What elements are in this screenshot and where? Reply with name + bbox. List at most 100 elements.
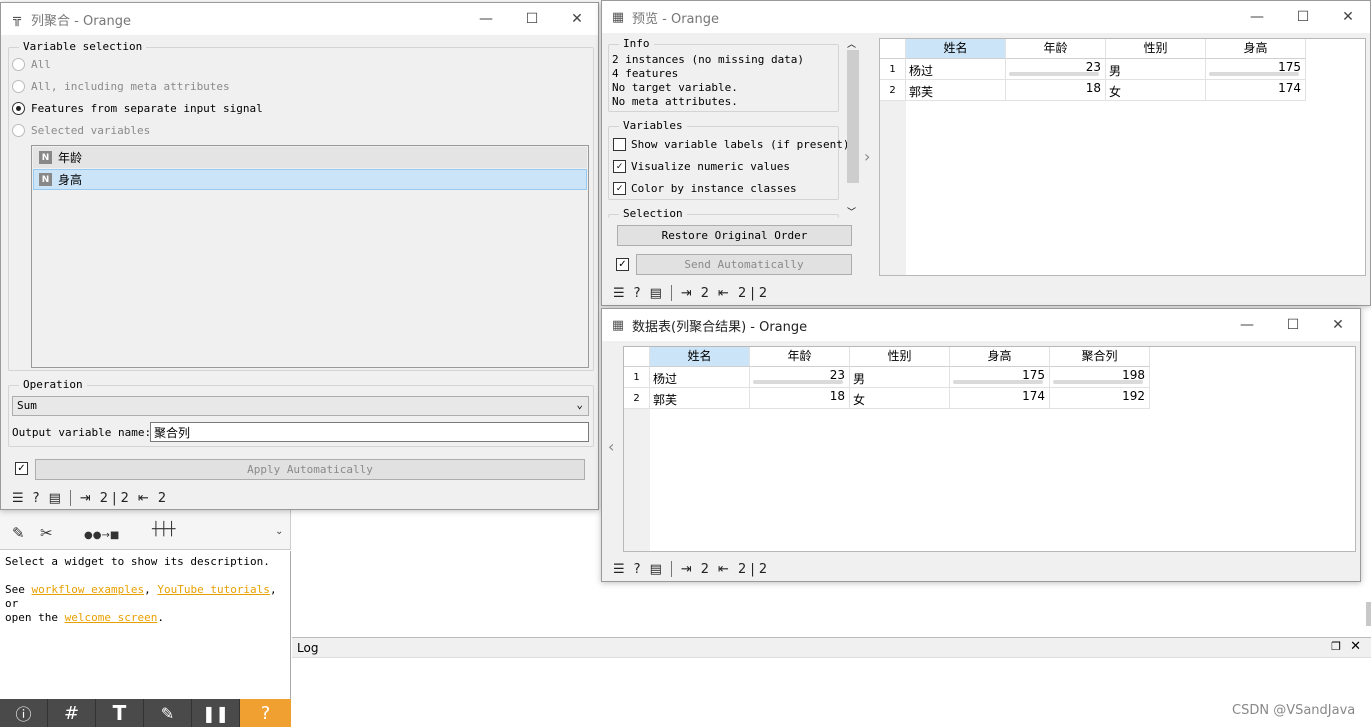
- row-index[interactable]: 2: [624, 388, 650, 409]
- table-cell[interactable]: 175: [1206, 59, 1306, 80]
- maximize-button[interactable]: ☐: [1270, 309, 1316, 341]
- text-icon[interactable]: T: [96, 699, 144, 727]
- pen-icon[interactable]: ✎: [144, 699, 192, 727]
- checkbox: ✓: [613, 160, 626, 173]
- apply-automatically-button[interactable]: Apply Automatically: [35, 459, 585, 480]
- send-automatically-button[interactable]: Send Automatically: [636, 254, 852, 275]
- row-index[interactable]: 1: [624, 367, 650, 388]
- check-visualize[interactable]: ✓ Visualize numeric values: [613, 160, 790, 173]
- column-header[interactable]: 性别: [1106, 39, 1206, 59]
- table-cell[interactable]: 杨过: [906, 59, 1006, 80]
- table-cell[interactable]: 男: [850, 367, 950, 388]
- list-item[interactable]: N 身高: [33, 169, 587, 190]
- radio-separate-signal[interactable]: Features from separate input signal: [12, 102, 263, 115]
- data-table[interactable]: 姓名 年龄 性别 身高 1 杨过 23 男 175 2 郭芙 18 女 174: [879, 38, 1366, 276]
- close-button[interactable]: ✕: [1315, 309, 1361, 341]
- radio-all-meta[interactable]: All, including meta attributes: [12, 80, 230, 93]
- float-icon[interactable]: ❐: [1331, 640, 1341, 653]
- scroll-thumb[interactable]: [847, 50, 859, 183]
- widget-icon-c[interactable]: ●●→■: [84, 530, 119, 541]
- description-dot: .: [157, 611, 164, 624]
- column-header[interactable]: 身高: [950, 347, 1050, 367]
- chevron-up-icon[interactable]: ︿: [847, 37, 856, 50]
- checkbox: ✓: [613, 182, 626, 195]
- help-icon[interactable]: ?: [33, 491, 40, 506]
- radio-all[interactable]: All: [12, 58, 51, 71]
- input-count: 2: [700, 561, 710, 577]
- table-cell[interactable]: 女: [850, 388, 950, 409]
- apply-auto-checkbox[interactable]: ✓: [15, 462, 28, 475]
- check-show-labels[interactable]: Show variable labels (if present): [613, 138, 850, 151]
- minimize-button[interactable]: —: [463, 3, 509, 35]
- workflow-examples-link[interactable]: workflow examples: [32, 583, 145, 596]
- maximize-button[interactable]: ☐: [1280, 1, 1326, 33]
- data-table[interactable]: 姓名 年龄 性别 身高 聚合列 1 杨过 23 男 175 198 2 郭芙 1…: [623, 346, 1356, 552]
- report-icon[interactable]: ▤: [650, 562, 662, 577]
- table-cell[interactable]: 郭芙: [650, 388, 750, 409]
- table-cell[interactable]: 174: [1206, 80, 1306, 101]
- column-header[interactable]: 身高: [1206, 39, 1306, 59]
- minimize-button[interactable]: —: [1234, 1, 1280, 33]
- info-icon[interactable]: ⓘ: [0, 699, 48, 727]
- minimize-button[interactable]: —: [1224, 309, 1270, 341]
- chevron-down-icon[interactable]: ﹀: [847, 205, 856, 218]
- column-header[interactable]: 聚合列: [1050, 347, 1150, 367]
- help-icon[interactable]: ?: [634, 562, 641, 577]
- table-cell[interactable]: 郭芙: [906, 80, 1006, 101]
- table-cell[interactable]: 男: [1106, 59, 1206, 80]
- close-button[interactable]: ✕: [1325, 1, 1371, 33]
- list-item[interactable]: N 年龄: [33, 147, 587, 168]
- table-cell[interactable]: 18: [1006, 80, 1106, 101]
- table-cell[interactable]: 174: [950, 388, 1050, 409]
- pause-icon[interactable]: ❚❚: [192, 699, 240, 727]
- column-header[interactable]: 年龄: [750, 347, 850, 367]
- menu-icon[interactable]: ☰: [613, 562, 625, 577]
- output-icon: ⇤: [718, 561, 729, 577]
- table-cell[interactable]: 女: [1106, 80, 1206, 101]
- row-index[interactable]: 1: [880, 59, 906, 80]
- output-name-field[interactable]: 聚合列: [150, 422, 589, 442]
- table-cell[interactable]: 杨过: [650, 367, 750, 388]
- close-icon[interactable]: ✕: [1350, 639, 1361, 654]
- table-cell[interactable]: 175: [950, 367, 1050, 388]
- report-icon[interactable]: ▤: [49, 491, 61, 506]
- column-header[interactable]: 姓名: [650, 347, 750, 367]
- table-cell[interactable]: 18: [750, 388, 850, 409]
- check-color[interactable]: ✓ Color by instance classes: [613, 182, 797, 195]
- welcome-screen-link[interactable]: welcome screen: [65, 611, 158, 624]
- numeric-badge-icon: N: [39, 173, 52, 186]
- report-icon[interactable]: ▤: [650, 286, 662, 301]
- cell-value: 174: [1278, 81, 1301, 95]
- youtube-tutorials-link[interactable]: YouTube tutorials: [157, 583, 270, 596]
- send-auto-checkbox[interactable]: ✓: [616, 258, 629, 271]
- chevron-down-icon[interactable]: ⌄: [275, 526, 283, 537]
- close-button[interactable]: ✕: [554, 3, 600, 35]
- column-header[interactable]: 姓名: [906, 39, 1006, 59]
- table-cell[interactable]: 192: [1050, 388, 1150, 409]
- widget-icon-a[interactable]: ✎: [12, 524, 25, 542]
- restore-order-button[interactable]: Restore Original Order: [617, 225, 852, 246]
- help-icon[interactable]: ?: [634, 286, 641, 301]
- widget-icon-d[interactable]: ┼┼┼: [152, 522, 175, 537]
- canvas-scrollbar[interactable]: [1366, 602, 1371, 626]
- grid-icon[interactable]: #: [48, 699, 96, 727]
- maximize-button[interactable]: ☐: [509, 3, 555, 35]
- row-index[interactable]: 2: [880, 80, 906, 101]
- menu-icon[interactable]: ☰: [12, 491, 24, 506]
- help-icon[interactable]: ?: [240, 699, 291, 727]
- column-header[interactable]: 性别: [850, 347, 950, 367]
- radio-selected[interactable]: Selected variables: [12, 124, 150, 137]
- operation-select[interactable]: Sum ⌄: [12, 396, 589, 416]
- status-bar: ☰ ? ▤ ⇥ 2 ⇤ 2 | 2: [613, 285, 767, 301]
- widget-icon-b[interactable]: ✂: [40, 524, 53, 542]
- left-scrollbar[interactable]: ︿ ﹀: [845, 37, 859, 219]
- expand-arrow-icon[interactable]: ‹: [608, 437, 614, 456]
- list-item-label: 身高: [58, 173, 83, 187]
- column-header[interactable]: 年龄: [1006, 39, 1106, 59]
- table-cell[interactable]: 23: [750, 367, 850, 388]
- variable-list[interactable]: N 年龄 N 身高: [31, 145, 589, 368]
- table-cell[interactable]: 198: [1050, 367, 1150, 388]
- collapse-arrow-icon[interactable]: ›: [864, 147, 870, 166]
- menu-icon[interactable]: ☰: [613, 286, 625, 301]
- table-cell[interactable]: 23: [1006, 59, 1106, 80]
